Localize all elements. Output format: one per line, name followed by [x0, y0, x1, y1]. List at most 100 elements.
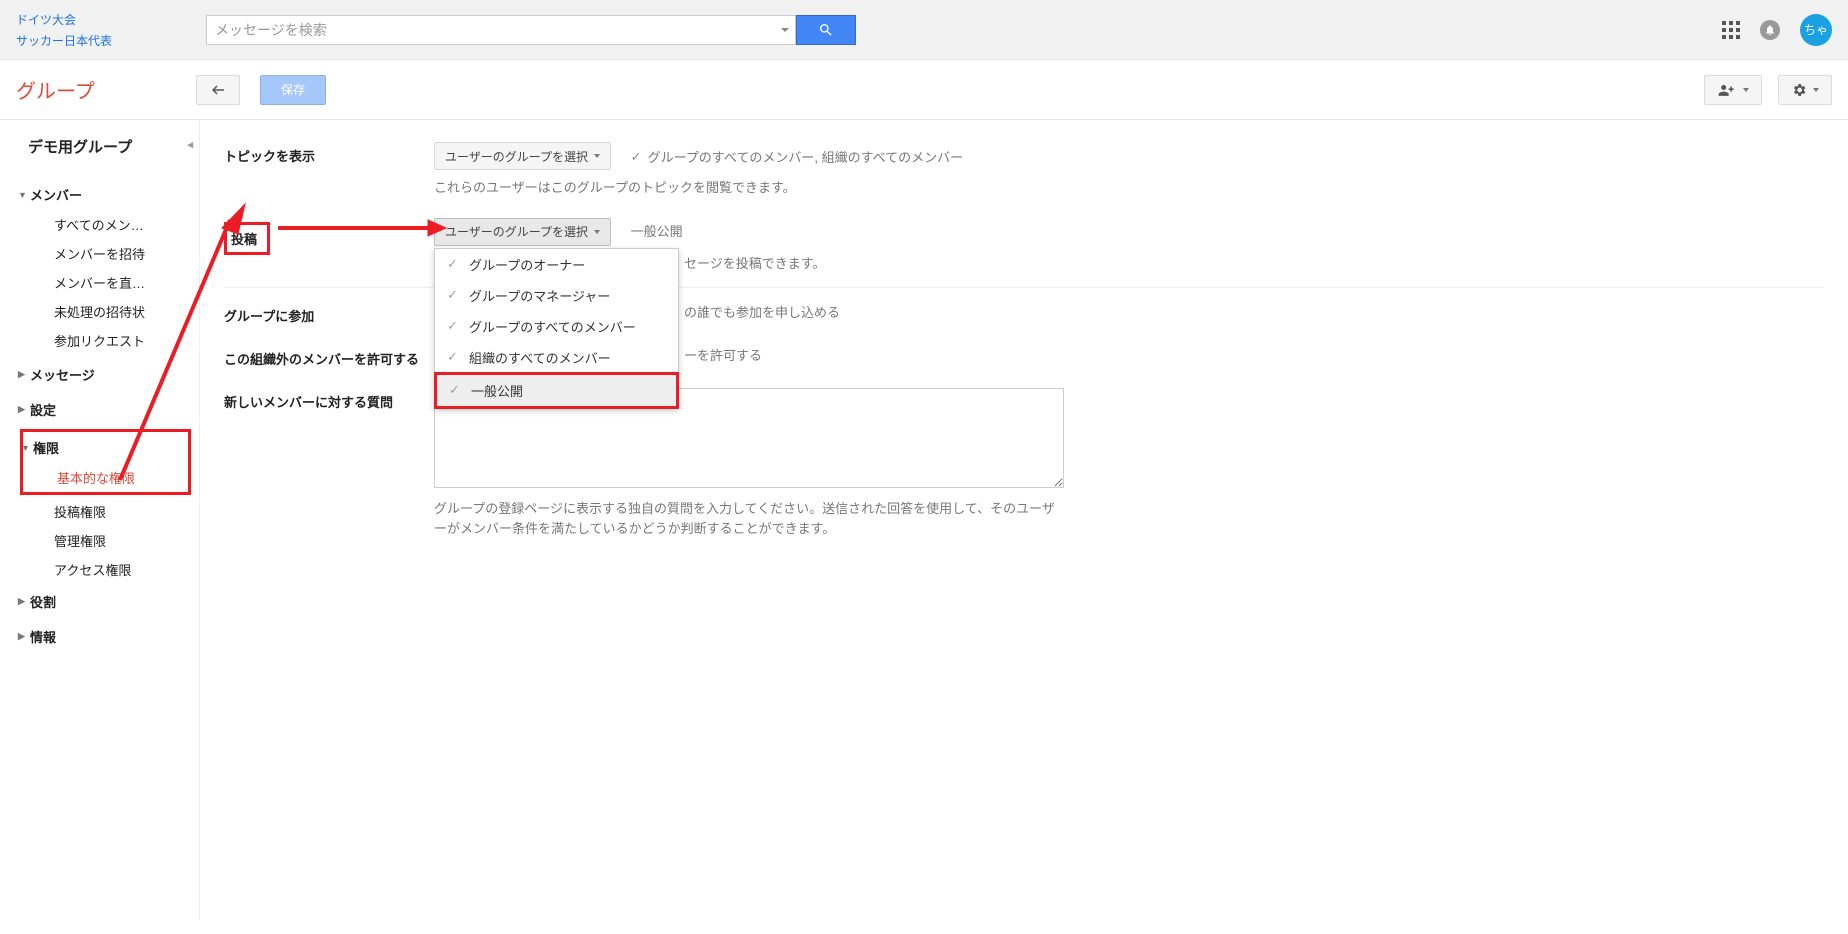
check-icon: ✓: [631, 149, 642, 165]
nav-head-info[interactable]: ▶ 情報: [0, 621, 199, 652]
sidebar: デモ用グループ ◂ ▼メンバー すべてのメン… メンバーを招待 メンバーを直… …: [0, 120, 200, 920]
option-text: グループのすべてのメンバー: [469, 317, 636, 336]
nav-label: 権限: [33, 438, 59, 457]
note-join-tail: の誰でも参加を申し込める: [684, 305, 840, 320]
nav-item-manage-permissions[interactable]: 管理権限: [0, 526, 199, 555]
body-post: ユーザーのグループを選択 一般公開 ✓グループのオーナー ✓グループのマネージャ…: [434, 218, 1824, 274]
top-link-1[interactable]: サッカー日本代表: [16, 32, 166, 49]
nav-label: 情報: [30, 627, 56, 646]
nav-head-settings[interactable]: ▶ 設定: [0, 394, 199, 425]
search-button[interactable]: [796, 15, 856, 45]
help-question: グループの登録ページに表示する独自の質問を入力してください。送信された回答を使用…: [434, 499, 1064, 538]
nav-item-direct-add[interactable]: メンバーを直…: [0, 268, 199, 297]
apps-icon[interactable]: [1722, 21, 1740, 39]
dropdown-post: ✓グループのオーナー ✓グループのマネージャー ✓グループのすべてのメンバー ✓…: [434, 248, 679, 409]
check-icon: ✓: [447, 287, 459, 303]
search-icon: [818, 22, 834, 38]
collapse-sidebar-icon[interactable]: ◂: [187, 138, 193, 151]
label-question: 新しいメンバーに対する質問: [224, 388, 434, 411]
top-link-0[interactable]: ドイツ大会: [16, 11, 166, 28]
triangle-right-icon: ▶: [18, 631, 25, 642]
triangle-down-icon: ▼: [21, 443, 30, 453]
check-icon: ✓: [449, 382, 461, 398]
add-people-button[interactable]: [1704, 75, 1762, 105]
check-icon: ✓: [447, 349, 459, 365]
option-text: 一般公開: [471, 381, 523, 400]
body-view-topics: ユーザーのグループを選択 ✓ グループのすべてのメンバー, 組織のすべてのメンバー…: [434, 142, 1824, 198]
brand: グループ: [16, 75, 196, 104]
nav-messages: ▶メッセージ: [0, 357, 199, 392]
select-view-topics[interactable]: ユーザーのグループを選択: [434, 142, 611, 170]
group-title-text: デモ用グループ: [28, 139, 132, 156]
note-view-topics: ✓ グループのすべてのメンバー, 組織のすべてのメンバー: [631, 147, 964, 166]
caret-icon: [594, 230, 600, 234]
note-text: グループのすべてのメンバー, 組織のすべてのメンバー: [648, 147, 964, 166]
action-bar: グループ 保存: [0, 60, 1848, 120]
triangle-right-icon: ▶: [18, 596, 25, 607]
nav-item-pending[interactable]: 未処理の招待状: [0, 297, 199, 326]
settings-button[interactable]: [1778, 75, 1832, 105]
nav-item-access-permissions[interactable]: アクセス権限: [0, 555, 199, 584]
search-wrap: メッセージを検索: [206, 15, 856, 45]
nav-settings: ▶ 設定: [0, 392, 199, 427]
dropdown-item-org-members[interactable]: ✓ 組織のすべてのメンバー: [435, 342, 678, 373]
nav-label: メッセージ: [30, 365, 95, 384]
label-join: グループに参加: [224, 302, 434, 325]
nav-item-post-permissions[interactable]: 投稿権限: [0, 497, 199, 526]
help-post-tail: セージを投稿できます。: [684, 254, 1824, 274]
label-post-wrap: 投稿: [224, 218, 434, 255]
row-post: 投稿 ユーザーのグループを選択 一般公開 ✓グループのオーナー ✓グループのマネ…: [224, 208, 1824, 284]
action-right: [1704, 75, 1832, 105]
nav-head-messages[interactable]: ▶メッセージ: [0, 359, 199, 390]
row-view-topics: トピックを表示 ユーザーのグループを選択 ✓グループのすべてのメンバー, 組織の…: [224, 132, 1824, 208]
nav-head-permissions[interactable]: ▼権限: [23, 432, 188, 463]
back-button[interactable]: [196, 75, 240, 105]
caret-icon: [1743, 88, 1749, 92]
top-links: ドイツ大会 サッカー日本代表: [16, 11, 166, 49]
gear-icon: [1791, 82, 1807, 98]
caret-icon: [594, 154, 600, 158]
nav-label: メンバー: [30, 185, 82, 204]
dropdown-item-manager[interactable]: ✓グループのマネージャー: [435, 280, 678, 311]
nav-item-basic-permissions[interactable]: 基本的な権限: [23, 463, 188, 492]
note-post: 一般公開: [631, 221, 683, 240]
nav-head-roles[interactable]: ▶役割: [0, 586, 199, 617]
select-post[interactable]: ユーザーのグループを選択: [434, 218, 611, 246]
note-external-tail: ーを許可する: [684, 348, 762, 363]
triangle-right-icon: ▶: [18, 404, 25, 415]
nav-item-invite[interactable]: メンバーを招待: [0, 239, 199, 268]
dropdown-item-public[interactable]: ✓ 一般公開: [437, 375, 676, 406]
select-text: ユーザーのグループを選択: [445, 223, 588, 240]
add-people-icon: [1717, 83, 1737, 97]
content: トピックを表示 ユーザーのグループを選択 ✓グループのすべてのメンバー, 組織の…: [200, 120, 1848, 920]
dropdown-item-owner[interactable]: ✓ グループのオーナー: [435, 249, 678, 280]
annotation-box-permissions: ▼権限 基本的な権限: [20, 429, 191, 495]
search-input[interactable]: メッセージを検索: [206, 15, 796, 45]
top-bar: ドイツ大会 サッカー日本代表 メッセージを検索 ちゃ: [0, 0, 1848, 60]
note-text: 一般公開: [631, 221, 683, 240]
dropdown-item-all-members[interactable]: ✓グループのすべてのメンバー: [435, 311, 678, 342]
option-text: 組織のすべてのメンバー: [469, 348, 611, 367]
nav-item-join-requests[interactable]: 参加リクエスト: [0, 326, 199, 355]
save-button[interactable]: 保存: [260, 75, 326, 105]
nav-head-members[interactable]: ▼メンバー: [0, 179, 199, 210]
label-external: この組織外のメンバーを許可する: [224, 345, 434, 368]
nav-label: 設定: [30, 400, 56, 419]
annotation-box-public: ✓ 一般公開: [434, 372, 679, 409]
nav-roles: ▶役割: [0, 584, 199, 619]
search-options-caret[interactable]: [781, 28, 789, 32]
top-right: ちゃ: [1722, 14, 1832, 46]
bell-icon: [1764, 24, 1776, 36]
nav-item-all-members[interactable]: すべてのメン…: [0, 210, 199, 239]
option-text: グループのオーナー: [469, 255, 585, 274]
layout: デモ用グループ ◂ ▼メンバー すべてのメン… メンバーを招待 メンバーを直… …: [0, 120, 1848, 920]
notifications-icon[interactable]: [1760, 20, 1780, 40]
check-icon: ✓: [447, 256, 459, 272]
nav-members: ▼メンバー すべてのメン… メンバーを招待 メンバーを直… 未処理の招待状 参加…: [0, 177, 199, 357]
back-arrow-icon: [209, 84, 227, 96]
avatar[interactable]: ちゃ: [1800, 14, 1832, 46]
group-title: デモ用グループ ◂: [0, 132, 199, 177]
nav-info: ▶ 情報: [0, 619, 199, 654]
search-placeholder: メッセージを検索: [215, 20, 327, 40]
annotation-box-post: 投稿: [224, 222, 270, 255]
